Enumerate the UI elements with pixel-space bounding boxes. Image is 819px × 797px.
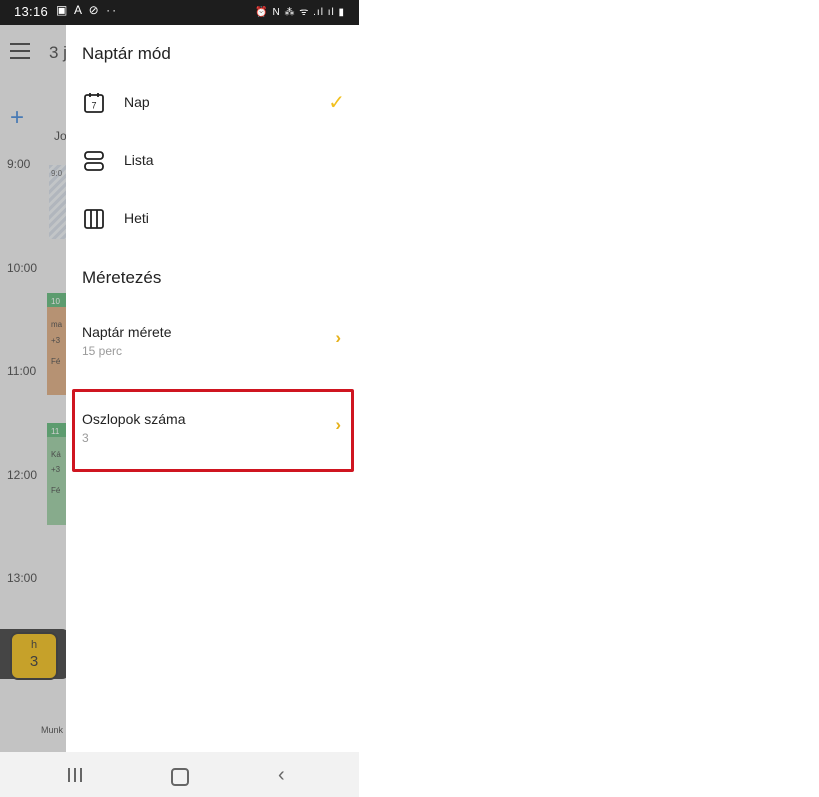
- calendar-day-icon: 7: [84, 93, 104, 113]
- setting-value: 15 perc: [82, 344, 123, 358]
- week-columns-icon: [84, 209, 104, 229]
- notification-icons: ▣ A ⊘ ··: [56, 3, 119, 17]
- phone-screen: 13:16 ▣ A ⊘ ·· ⏰ N ⁂ ᯤ .ıl ıl ▮ 3 j + Jo…: [0, 0, 359, 797]
- home-icon[interactable]: [171, 768, 189, 786]
- svg-text:7: 7: [91, 101, 96, 111]
- mode-label: Heti: [124, 210, 149, 226]
- system-icons: ⏰ N ⁂ ᯤ .ıl ıl ▮: [255, 7, 345, 18]
- highlight-box: [72, 389, 354, 472]
- check-icon: ✓: [328, 92, 345, 114]
- list-icon: [84, 151, 104, 171]
- setting-title: Naptár mérete: [82, 324, 172, 340]
- setting-calendar-size[interactable]: Naptár mérete 15 perc ›: [66, 324, 359, 384]
- chevron-right-icon: ›: [335, 328, 341, 347]
- mode-label: Lista: [124, 152, 154, 168]
- system-nav-bar: ‹: [0, 752, 359, 797]
- sizing-title: Méretezés: [82, 268, 162, 287]
- mode-label: Nap: [124, 94, 150, 110]
- status-bar: 13:16 ▣ A ⊘ ·· ⏰ N ⁂ ᯤ .ıl ıl ▮: [0, 0, 359, 25]
- mode-option-week[interactable]: Heti: [66, 196, 359, 242]
- mode-option-list[interactable]: Lista: [66, 138, 359, 184]
- calendar-mode-title: Naptár mód: [82, 44, 171, 63]
- mode-option-day[interactable]: 7 Nap ✓: [66, 80, 359, 126]
- back-icon[interactable]: ‹: [278, 764, 285, 787]
- status-time: 13:16: [14, 4, 49, 19]
- recent-apps-icon[interactable]: [67, 768, 83, 782]
